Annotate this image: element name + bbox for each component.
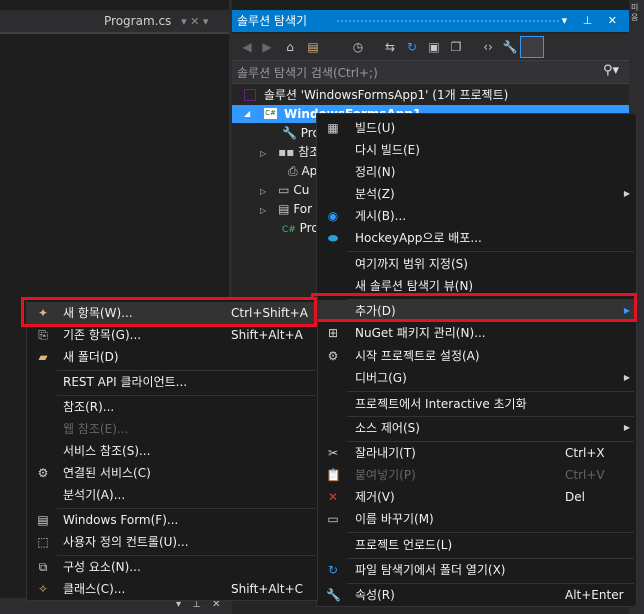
- project-context-menu: ▦ 빌드(U) 다시 빌드(E) 정리(N) 분석(Z) ▶ ◉ 게시(B)... ⬬…: [316, 113, 637, 607]
- submenu-arrow-icon: ▶: [623, 189, 630, 198]
- tree-item-solution[interactable]: 솔루션 'WindowsFormsApp1' (1개 프로젝트): [244, 86, 508, 105]
- build-icon: ▦: [327, 121, 339, 135]
- menu-item-connected-service[interactable]: ⚙ 연결된 서비스(C): [27, 462, 317, 484]
- menu-item-hockeyapp[interactable]: ⬬ HockeyApp으로 배포...: [317, 227, 636, 249]
- view-code-icon[interactable]: ‹›: [480, 39, 496, 55]
- menu-item-properties[interactable]: 🔧 속성(R) Alt+Enter: [317, 584, 636, 606]
- paste-icon: 📋: [326, 468, 341, 482]
- class-icon: ✧: [37, 582, 49, 596]
- globe-icon: ◉: [327, 209, 339, 223]
- menu-item-build[interactable]: ▦ 빌드(U): [317, 117, 636, 139]
- menu-item-source-control[interactable]: 소스 제어(S) ▶: [317, 417, 636, 439]
- tree-item-label: Cu: [293, 183, 310, 197]
- component-icon: ⧉: [38, 560, 48, 574]
- side-text: 응: [631, 13, 639, 22]
- expand-arrow-icon[interactable]: ◢: [244, 109, 250, 118]
- tree-item-appconfig[interactable]: ⎙ Ap: [260, 162, 317, 181]
- hockeyapp-icon: ⬬: [327, 231, 339, 245]
- menu-item-web-reference[interactable]: 웹 참조(E)...: [27, 418, 317, 440]
- menu-item-paste[interactable]: 📋 붙여넣기(P) Ctrl+V: [317, 464, 636, 486]
- home-icon[interactable]: ⌂: [282, 39, 298, 55]
- properties-icon[interactable]: 🔧: [502, 39, 518, 55]
- menu-item-debug[interactable]: 디버그(G) ▶: [317, 367, 636, 389]
- menu-item-set-startup[interactable]: ⚙ 시작 프로젝트로 설정(A): [317, 345, 636, 367]
- menu-item-class[interactable]: ✧ 클래스(C)... Shift+Alt+C: [27, 578, 317, 600]
- search-icon[interactable]: ⚲▾: [603, 63, 619, 78]
- windows-form-icon: ▤: [37, 513, 49, 527]
- collapse-all-icon[interactable]: ▣: [426, 39, 442, 55]
- submenu-arrow-icon: ▶: [623, 423, 630, 432]
- remove-icon: ✕: [327, 490, 339, 504]
- menu-item-analyzer[interactable]: 분석기(A)...: [27, 484, 317, 506]
- csharp-project-icon: C#: [264, 108, 277, 119]
- switch-views-icon[interactable]: ▤: [305, 39, 321, 55]
- tree-item-properties[interactable]: 🔧 Pro: [260, 124, 320, 143]
- menu-item-unload[interactable]: 프로젝트 언로드(L): [317, 534, 636, 556]
- menu-item-windows-form[interactable]: ▤ Windows Form(F)...: [27, 509, 317, 531]
- menu-item-analyze[interactable]: 분석(Z) ▶: [317, 183, 636, 205]
- menu-item-user-control[interactable]: ⬚ 사용자 정의 컨트롤(U)...: [27, 531, 317, 553]
- solution-label: 솔루션 'WindowsFormsApp1' (1개 프로젝트): [263, 88, 509, 102]
- panel-title: 솔루션 탐색기: [237, 14, 308, 28]
- history-icon[interactable]: ◷: [350, 39, 366, 55]
- menu-item-service-reference[interactable]: 서비스 참조(S)...: [27, 440, 317, 462]
- highlight-add: [311, 293, 637, 322]
- menu-item-cut[interactable]: ✂ 잘라내기(T) Ctrl+X: [317, 442, 636, 464]
- submenu-arrow-icon: ▶: [623, 373, 630, 382]
- menu-item-scope-to-this[interactable]: 여기까지 범위 지정(S): [317, 253, 636, 275]
- tree-item-form[interactable]: ▷ ▤ For: [260, 200, 312, 219]
- sync-icon[interactable]: ⇆: [382, 39, 398, 55]
- tree-item-label: Ap: [301, 164, 318, 178]
- menu-item-open-in-explorer[interactable]: ↻ 파일 탐색기에서 폴더 열기(X): [317, 559, 636, 581]
- menu-item-new-folder[interactable]: ▰ 새 폴더(D): [27, 346, 317, 368]
- preview-icon[interactable]: [520, 36, 544, 58]
- user-control-icon: ⬚: [37, 535, 49, 549]
- solution-explorer-search[interactable]: 솔루션 탐색기 검색(Ctrl+;) ⚲▾: [232, 60, 629, 84]
- tree-item-cu[interactable]: ▷ ▭ Cu: [260, 181, 309, 200]
- menu-item-interactive-init[interactable]: 프로젝트에서 Interactive 초기화: [317, 393, 636, 415]
- panel-window-buttons[interactable]: ▾ ⊥ ✕: [562, 10, 623, 32]
- solution-explorer-title-bar: 솔루션 탐색기 ▾ ⊥ ✕: [232, 10, 629, 32]
- refresh-icon[interactable]: ↻: [404, 39, 420, 55]
- search-input[interactable]: 솔루션 탐색기 검색(Ctrl+;): [237, 64, 378, 81]
- add-submenu: ✦ 새 항목(W)... Ctrl+Shift+A ⎘ 기존 항목(G)... Shif…: [26, 297, 318, 601]
- nuget-icon: ⊞: [327, 326, 339, 340]
- highlight-new-item: [21, 297, 317, 327]
- tab-program-cs[interactable]: Program.cs ▾ ✕ ▾: [104, 10, 208, 32]
- new-folder-icon: ▰: [38, 350, 48, 364]
- rename-icon: ▭: [327, 512, 339, 526]
- menu-item-rest-api-client[interactable]: REST API 클라이언트...: [27, 371, 317, 393]
- menu-item-clean[interactable]: 정리(N): [317, 161, 636, 183]
- refresh-icon: ↻: [327, 563, 339, 577]
- back-icon[interactable]: ◀: [239, 39, 255, 55]
- wrench-icon: 🔧: [326, 588, 341, 602]
- menu-item-remove[interactable]: ✕ 제거(V) Del: [317, 486, 636, 508]
- solution-icon: [244, 89, 256, 101]
- connected-service-icon: ⚙: [37, 466, 49, 480]
- menu-item-reference[interactable]: 참조(R)...: [27, 396, 317, 418]
- tree-item-label: For: [293, 202, 313, 216]
- scissors-icon: ✂: [327, 446, 339, 460]
- menu-item-component[interactable]: ⧉ 구성 요소(N)...: [27, 556, 317, 578]
- menu-item-rebuild[interactable]: 다시 빌드(E): [317, 139, 636, 161]
- menu-item-nuget[interactable]: ⊞ NuGet 패키지 관리(N)...: [317, 322, 636, 344]
- tab-label: Program.cs: [104, 14, 172, 28]
- menu-item-existing-item[interactable]: ⎘ 기존 항목(G)... Shift+Alt+A: [27, 324, 317, 346]
- tree-item-program[interactable]: C# Pro: [260, 219, 319, 238]
- solution-explorer-toolbar: ◀ ▶ ⌂ ▤ ◷ ⇆ ↻ ▣ ❐ ‹› 🔧: [232, 34, 629, 60]
- existing-item-icon: ⎘: [38, 328, 48, 342]
- tab-close-icon[interactable]: ▾ ✕ ▾: [181, 15, 208, 28]
- gear-icon: ⚙: [327, 349, 339, 363]
- menu-item-rename[interactable]: ▭ 이름 바꾸기(M): [317, 508, 636, 530]
- show-all-files-icon[interactable]: ❐: [448, 39, 464, 55]
- forward-icon[interactable]: ▶: [259, 39, 275, 55]
- tree-item-references[interactable]: ▷ ▪▪ 참조: [260, 143, 320, 162]
- menu-item-publish[interactable]: ◉ 게시(B)...: [317, 205, 636, 227]
